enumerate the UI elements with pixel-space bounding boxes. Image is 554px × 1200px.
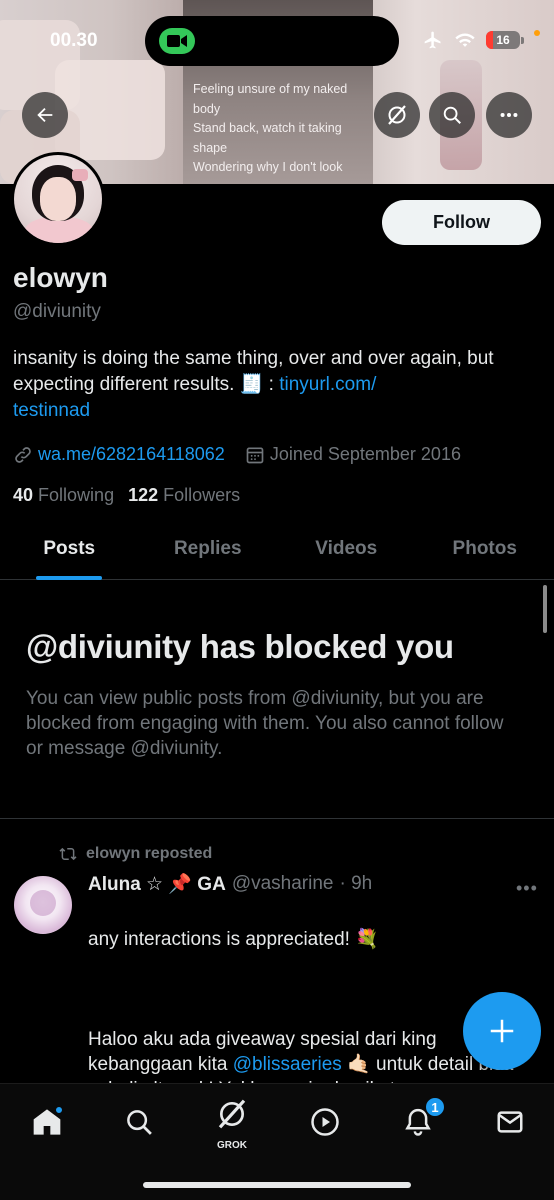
blocked-description: You can view public posts from @diviunit… — [26, 688, 504, 759]
wifi-icon — [455, 33, 475, 47]
joined-item: Joined September 2016 — [245, 444, 461, 465]
following-stat[interactable]: 40 Following — [13, 485, 114, 506]
tab-replies[interactable]: Replies — [139, 528, 278, 579]
home-indicator[interactable] — [143, 1182, 411, 1188]
battery-percent: 16 — [496, 33, 510, 47]
post-header: Aluna ☆ 📌 GA @vasharine · 9h — [88, 872, 372, 896]
profile-tabs: Posts Replies Videos Photos — [0, 528, 554, 580]
compose-post-button[interactable] — [463, 992, 541, 1070]
followers-stat[interactable]: 122 Followers — [128, 485, 240, 506]
calendar-icon — [246, 447, 264, 463]
lyric-line: Feeling unsure of my naked — [193, 82, 348, 96]
nav-search[interactable] — [119, 1102, 159, 1142]
repost-icon — [59, 847, 77, 861]
bio-text: insanity is doing the same thing, over a… — [13, 348, 494, 395]
section-divider — [0, 818, 554, 819]
profile-display-name: elowyn — [13, 262, 108, 293]
post-time: · 9h — [339, 873, 373, 894]
grok-icon — [218, 1099, 246, 1129]
nav-notifications[interactable]: 1 — [398, 1096, 446, 1142]
grok-label: GROK — [217, 1140, 247, 1151]
post-author-handle[interactable]: @vasharine — [232, 873, 334, 895]
dynamic-island — [145, 16, 399, 66]
link-icon — [15, 446, 31, 463]
more-options-button[interactable] — [486, 92, 532, 138]
bio-link[interactable]: tinyurl.com/ — [279, 374, 376, 395]
joined-text: Joined September 2016 — [269, 444, 461, 464]
tab-label: Photos — [452, 538, 517, 559]
plus-icon — [490, 1019, 514, 1043]
active-tab-indicator — [36, 576, 103, 580]
website-item[interactable]: wa.me/6282164118062 — [13, 444, 225, 465]
facetime-camera-icon — [159, 28, 195, 54]
home-unread-dot — [54, 1105, 64, 1115]
post-author-name[interactable]: Aluna ☆ 📌 GA — [88, 872, 226, 896]
following-label: Following — [38, 485, 115, 505]
profile-stats: 40 Following 122 Followers — [13, 485, 240, 506]
profile-meta: wa.me/6282164118062 Joined September 201… — [13, 444, 461, 465]
battery-icon: 16 — [486, 31, 524, 49]
scrollbar[interactable] — [543, 585, 547, 633]
following-count: 40 — [13, 485, 34, 505]
blocked-title: @diviunity has blocked you — [26, 628, 454, 665]
lyric-line: Wondering why I don't look — [193, 160, 343, 174]
followers-count: 122 — [128, 485, 159, 505]
nav-home[interactable] — [27, 1102, 67, 1142]
follow-button[interactable]: Follow — [382, 200, 541, 245]
post-line: any interactions is appreciated! 💐 — [88, 929, 379, 950]
banner-lyrics: Feeling unsure of my naked body Stand ba… — [193, 80, 373, 178]
grok-icon — [388, 105, 406, 125]
tab-label: Posts — [43, 538, 96, 559]
profile-avatar[interactable] — [11, 152, 105, 246]
tab-videos[interactable]: Videos — [277, 528, 416, 579]
tab-label: Replies — [173, 538, 242, 559]
followers-label: Followers — [163, 485, 241, 505]
back-button[interactable] — [22, 92, 68, 138]
profile-handle: @diviunity — [13, 301, 101, 322]
search-icon — [127, 1110, 152, 1135]
post-mention-link[interactable]: @blissaeries — [233, 1054, 342, 1075]
tab-posts[interactable]: Posts — [0, 528, 139, 580]
arrow-left-icon — [37, 107, 53, 123]
mail-icon — [497, 1111, 523, 1133]
nav-messages[interactable] — [490, 1102, 530, 1142]
tab-label: Videos — [315, 538, 378, 559]
lyric-line: body — [193, 101, 221, 116]
nav-grok[interactable]: GROK — [212, 1094, 252, 1151]
repost-label: elowyn reposted — [86, 845, 213, 862]
status-time: 00.30 — [50, 30, 98, 51]
play-circle-icon — [311, 1108, 339, 1136]
lyric-line: Stand back, watch it taking — [193, 121, 342, 135]
post-more-button[interactable]: ••• — [516, 878, 538, 899]
mic-indicator-dot — [534, 30, 540, 36]
more-horizontal-icon — [500, 112, 518, 118]
grok-analyze-button[interactable] — [374, 92, 420, 138]
post-author-avatar[interactable] — [14, 876, 72, 934]
website-link[interactable]: wa.me/6282164118062 — [38, 444, 225, 465]
bio-link-cont[interactable]: testinnad — [13, 400, 90, 421]
airplane-icon — [424, 31, 441, 49]
tab-photos[interactable]: Photos — [416, 528, 554, 579]
repost-indicator: elowyn reposted — [58, 845, 212, 863]
status-icons: 16 — [422, 30, 540, 50]
status-bar: 00.30 16 — [0, 0, 554, 80]
nav-videos[interactable] — [305, 1102, 345, 1142]
notifications-badge: 1 — [424, 1096, 446, 1118]
lyric-line: shape — [193, 140, 228, 155]
profile-bio: insanity is doing the same thing, over a… — [13, 346, 533, 424]
search-profile-button[interactable] — [429, 92, 475, 138]
search-icon — [443, 106, 461, 124]
